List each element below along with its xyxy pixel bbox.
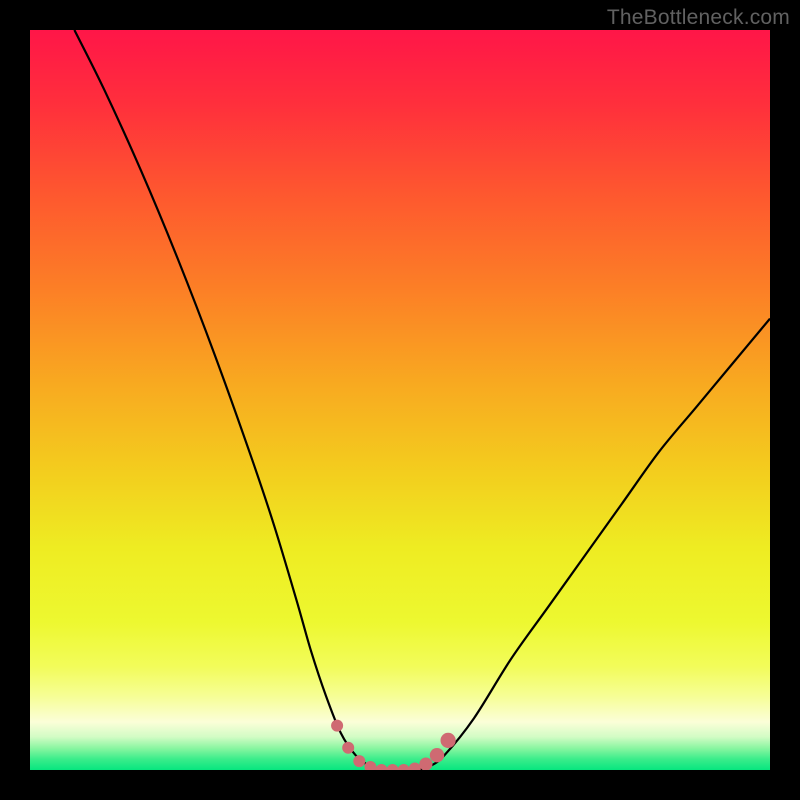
marker-dot: [376, 764, 388, 770]
marker-dot: [398, 764, 410, 770]
marker-dot: [387, 764, 399, 770]
marker-dot: [331, 720, 343, 732]
marker-dot: [364, 761, 376, 770]
marker-dot: [409, 763, 421, 770]
chart-area: [30, 30, 770, 770]
curve-layer: [30, 30, 770, 770]
marker-dot: [419, 757, 432, 770]
marker-dot: [441, 733, 456, 748]
watermark-text: TheBottleneck.com: [607, 6, 790, 30]
bottleneck-curve: [74, 30, 770, 770]
marker-dot: [430, 748, 444, 762]
chart-container: TheBottleneck.com: [0, 0, 800, 800]
marker-dot: [342, 742, 354, 754]
marker-dot: [353, 755, 365, 767]
